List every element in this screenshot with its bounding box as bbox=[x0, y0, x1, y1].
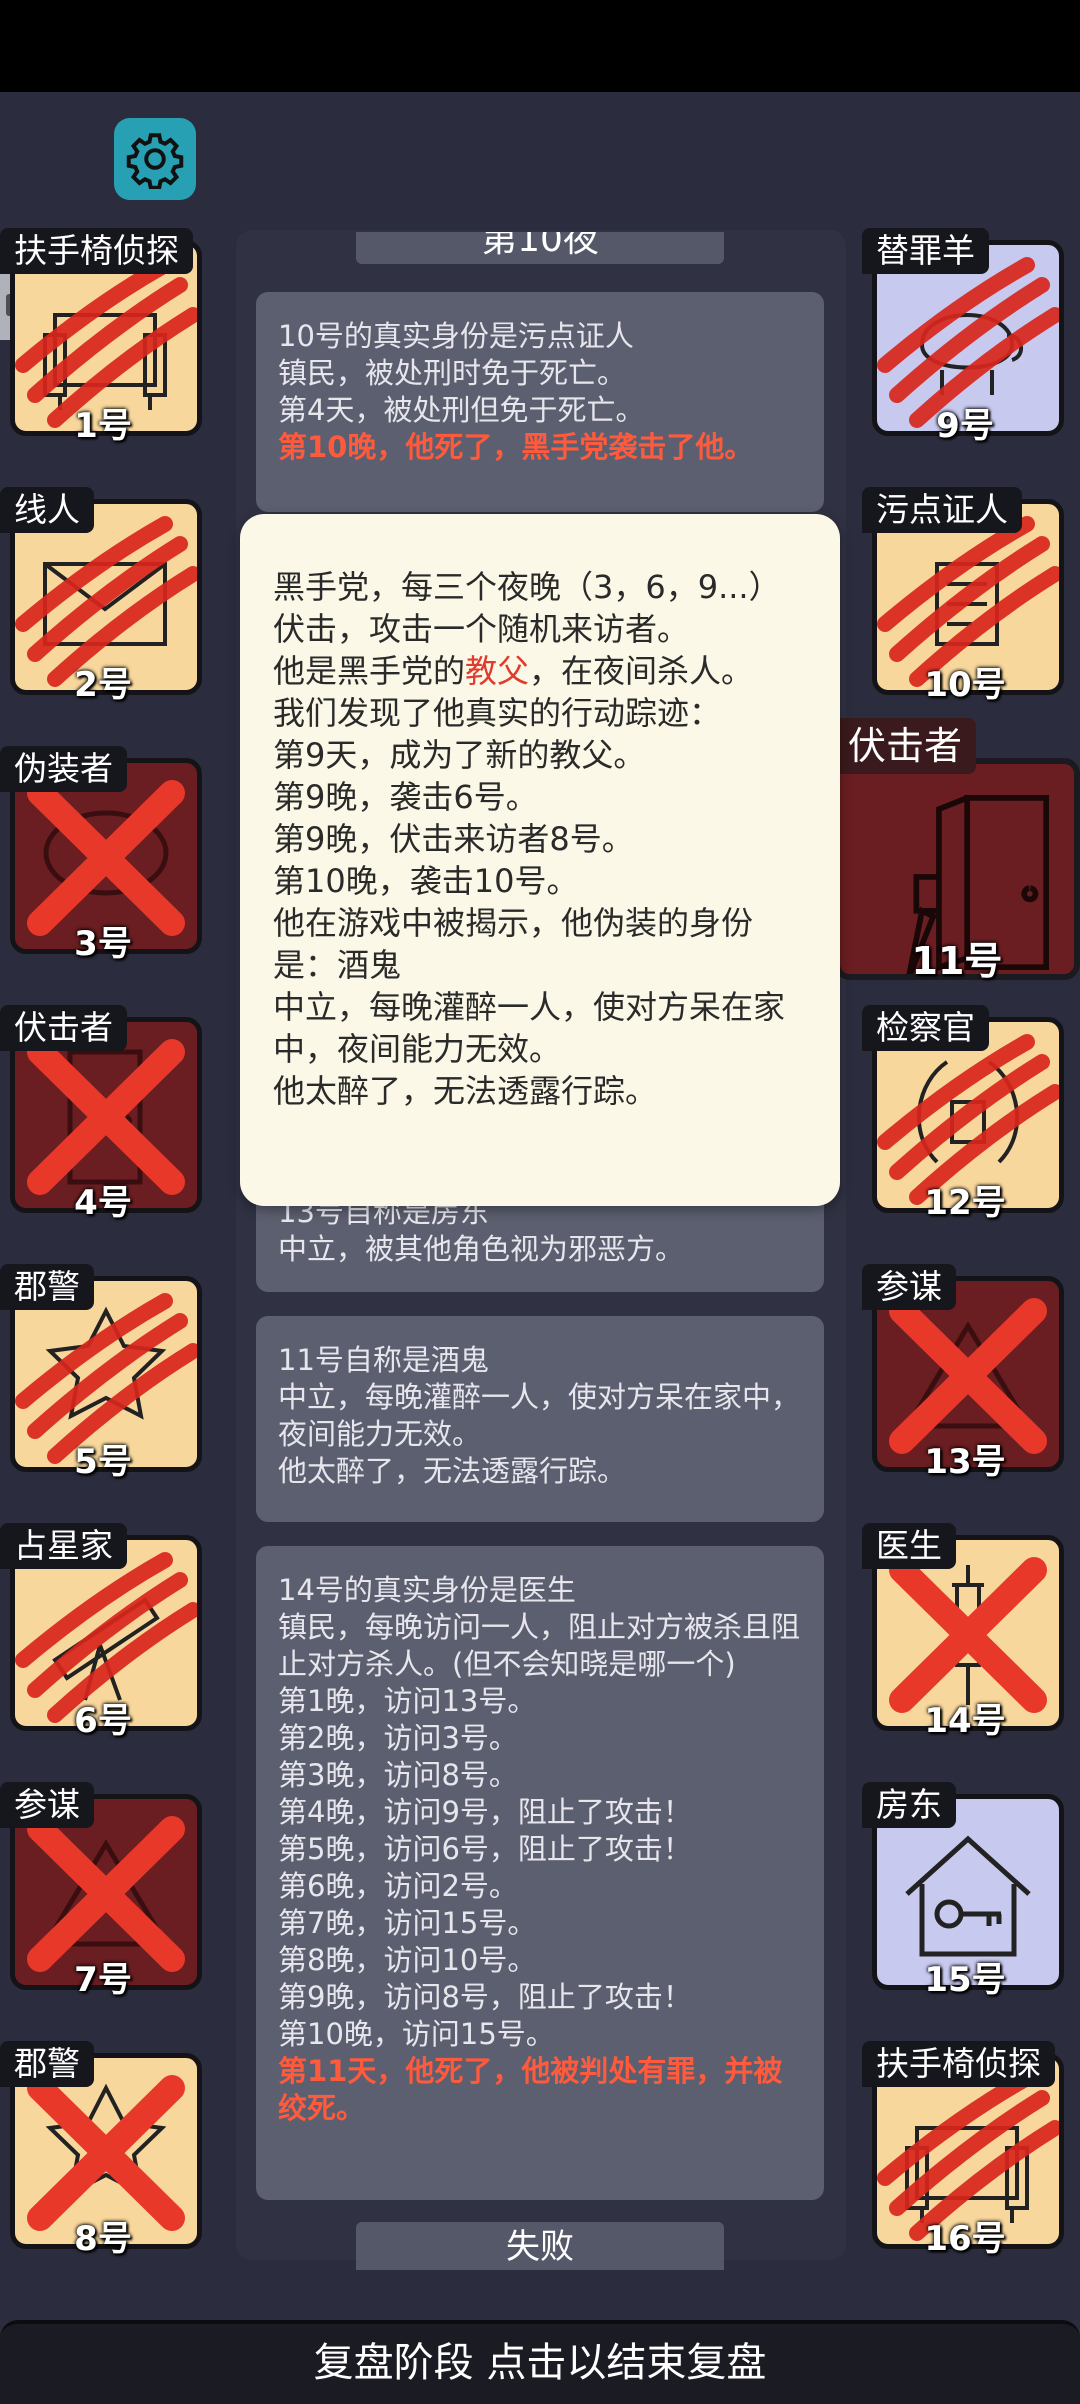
tooltip-line: 他太醉了，无法透露行踪。 bbox=[273, 1072, 658, 1110]
player-number: 14号 bbox=[924, 1701, 1006, 1741]
role-label: 扶手椅侦探 bbox=[862, 2041, 1055, 2087]
player-number: 15号 bbox=[924, 1960, 1006, 2000]
player-number: 7号 bbox=[74, 1960, 132, 2000]
gear-icon bbox=[126, 133, 184, 189]
tooltip-highlight: 教父 bbox=[465, 652, 530, 690]
log-line: 11号自称是酒鬼 bbox=[278, 1343, 489, 1377]
end-replay-button[interactable]: 复盘阶段 点击以结束复盘 bbox=[0, 2320, 1080, 2404]
role-label: 替罪羊 bbox=[862, 228, 989, 274]
player-card[interactable]: 房东 15号 bbox=[862, 1782, 1068, 2000]
player-number: 11号 bbox=[911, 939, 1003, 983]
player-number: 6号 bbox=[74, 1701, 132, 1741]
result-label: 失败 bbox=[356, 2222, 724, 2270]
log-line: 第8晚，访问10号。 bbox=[278, 1943, 537, 1977]
log-line: 第10晚，访问15号。 bbox=[278, 2017, 555, 2051]
player-card[interactable]: 郡警 8号 bbox=[0, 2041, 206, 2259]
tooltip-line: 第10晚，袭击10号。 bbox=[273, 862, 579, 900]
player-card[interactable]: 参谋 13号 bbox=[862, 1264, 1068, 1482]
role-label: 参谋 bbox=[862, 1264, 956, 1310]
log-line: 第4天，被处刑但免于死亡。 bbox=[278, 393, 645, 427]
player-number: 4号 bbox=[74, 1183, 132, 1223]
role-label: 参谋 bbox=[0, 1782, 94, 1828]
tooltip-text: 他是黑手党的 bbox=[273, 652, 466, 690]
log-death-line: 第11天，他死了，他被判处有罪，并被绞死。 bbox=[278, 2054, 783, 2125]
role-label: 占星家 bbox=[0, 1523, 127, 1569]
log-entry-11: 11号自称是酒鬼 中立，每晚灌醉一人，使对方呆在家中，夜间能力无效。 他太醉了，… bbox=[256, 1316, 824, 1522]
log-death-line: 第10晚，他死了，黑手党袭击了他。 bbox=[278, 430, 754, 464]
player-card[interactable]: 替罪羊 9号 bbox=[862, 228, 1068, 446]
player-card[interactable]: 伏击者 11号 bbox=[834, 718, 1080, 983]
player-card[interactable]: 医生 14号 bbox=[862, 1523, 1068, 1741]
player-number: 9号 bbox=[936, 406, 994, 446]
player-number: 1号 bbox=[74, 406, 132, 446]
player-number: 12号 bbox=[924, 1183, 1006, 1223]
tooltip-line: 中立，每晚灌醉一人，使对方呆在家中，夜间能力无效。 bbox=[273, 988, 786, 1068]
log-line: 中立，每晚灌醉一人，使对方呆在家中，夜间能力无效。 bbox=[278, 1380, 801, 1451]
log-line: 镇民，被处刑时免于死亡。 bbox=[278, 356, 627, 390]
log-line: 10号的真实身份是污点证人 bbox=[278, 319, 634, 353]
player-number: 2号 bbox=[74, 665, 132, 705]
player-card[interactable]: 扶手椅侦探 16号 bbox=[862, 2041, 1068, 2259]
log-entry-14: 14号的真实身份是医生 镇民，每晚访问一人，阻止对方被杀且阻止对方杀人。(但不会… bbox=[256, 1546, 824, 2200]
role-label: 污点证人 bbox=[862, 487, 1022, 533]
player-card[interactable]: 郡警 5号 bbox=[0, 1264, 206, 1482]
player-card[interactable]: 污点证人 10号 bbox=[862, 487, 1068, 705]
player-card[interactable]: 检察官 12号 bbox=[862, 1005, 1068, 1223]
role-label: 扶手椅侦探 bbox=[0, 228, 193, 274]
role-label: 医生 bbox=[862, 1523, 956, 1569]
role-label: 郡警 bbox=[0, 2041, 94, 2087]
log-line: 第2晚，访问3号。 bbox=[278, 1721, 518, 1755]
tooltip-line: 我们发现了他真实的行动踪迹： bbox=[273, 694, 722, 732]
role-tooltip[interactable]: 黑手党，每三个夜晚（3，6，9...）伏击，攻击一个随机来访者。 他是黑手党的教… bbox=[240, 514, 840, 1206]
role-label: 线人 bbox=[0, 487, 94, 533]
role-label: 伏击者 bbox=[834, 718, 977, 774]
player-number: 10号 bbox=[924, 665, 1006, 705]
player-card[interactable]: 占星家 6号 bbox=[0, 1523, 206, 1741]
role-label: 伏击者 bbox=[0, 1005, 127, 1051]
log-entry-10: 10号的真实身份是污点证人 镇民，被处刑时免于死亡。 第4天，被处刑但免于死亡。… bbox=[256, 292, 824, 512]
role-label: 郡警 bbox=[0, 1264, 94, 1310]
log-line: 第4晚，访问9号，阻止了攻击！ bbox=[278, 1795, 692, 1829]
tooltip-line: 第9晚，袭击6号。 bbox=[273, 778, 538, 816]
tooltip-line: 黑手党，每三个夜晚（3，6，9...）伏击，攻击一个随机来访者。 bbox=[273, 568, 781, 648]
player-number: 3号 bbox=[74, 924, 132, 964]
status-bar bbox=[0, 0, 1080, 92]
tooltip-line: 第9晚，伏击来访者8号。 bbox=[273, 820, 634, 858]
player-card[interactable]: 线人 2号 bbox=[0, 487, 206, 705]
role-label: 检察官 bbox=[862, 1005, 989, 1051]
player-card[interactable]: 扶手椅侦探 1号 bbox=[0, 228, 206, 446]
log-line: 中立，被其他角色视为邪恶方。 bbox=[278, 1232, 685, 1266]
log-line: 镇民，每晚访问一人，阻止对方被杀且阻止对方杀人。(但不会知晓是哪一个) bbox=[278, 1610, 801, 1681]
player-card[interactable]: 伏击者 4号 bbox=[0, 1005, 206, 1223]
log-line: 第7晚，访问15号。 bbox=[278, 1906, 537, 1940]
role-label: 伪装者 bbox=[0, 746, 127, 792]
log-line: 第3晚，访问8号。 bbox=[278, 1758, 518, 1792]
player-card[interactable]: 伪装者 3号 bbox=[0, 746, 206, 964]
tooltip-text: ，在夜间杀人。 bbox=[529, 652, 754, 690]
night-header: 第10夜 bbox=[356, 232, 724, 264]
tooltip-line: 他在游戏中被揭示，他伪装的身份是：酒鬼 bbox=[273, 904, 754, 984]
player-number: 5号 bbox=[74, 1442, 132, 1482]
player-number: 13号 bbox=[924, 1442, 1006, 1482]
log-line: 第6晚，访问2号。 bbox=[278, 1869, 518, 1903]
player-number: 16号 bbox=[924, 2219, 1006, 2259]
player-number: 8号 bbox=[74, 2219, 132, 2259]
player-card[interactable]: 参谋 7号 bbox=[0, 1782, 206, 2000]
role-label: 房东 bbox=[862, 1782, 956, 1828]
tooltip-line: 第9天，成为了新的教父。 bbox=[273, 736, 646, 774]
log-line: 他太醉了，无法透露行踪。 bbox=[278, 1454, 627, 1488]
log-line: 第1晚，访问13号。 bbox=[278, 1684, 537, 1718]
tooltip-role-line: 他是黑手党的教父，在夜间杀人。 bbox=[273, 650, 808, 692]
log-line: 第5晚，访问6号，阻止了攻击！ bbox=[278, 1832, 692, 1866]
log-line: 14号的真实身份是医生 bbox=[278, 1573, 576, 1607]
settings-button[interactable] bbox=[114, 118, 196, 200]
log-line: 第9晚，访问8号，阻止了攻击！ bbox=[278, 1980, 692, 2014]
